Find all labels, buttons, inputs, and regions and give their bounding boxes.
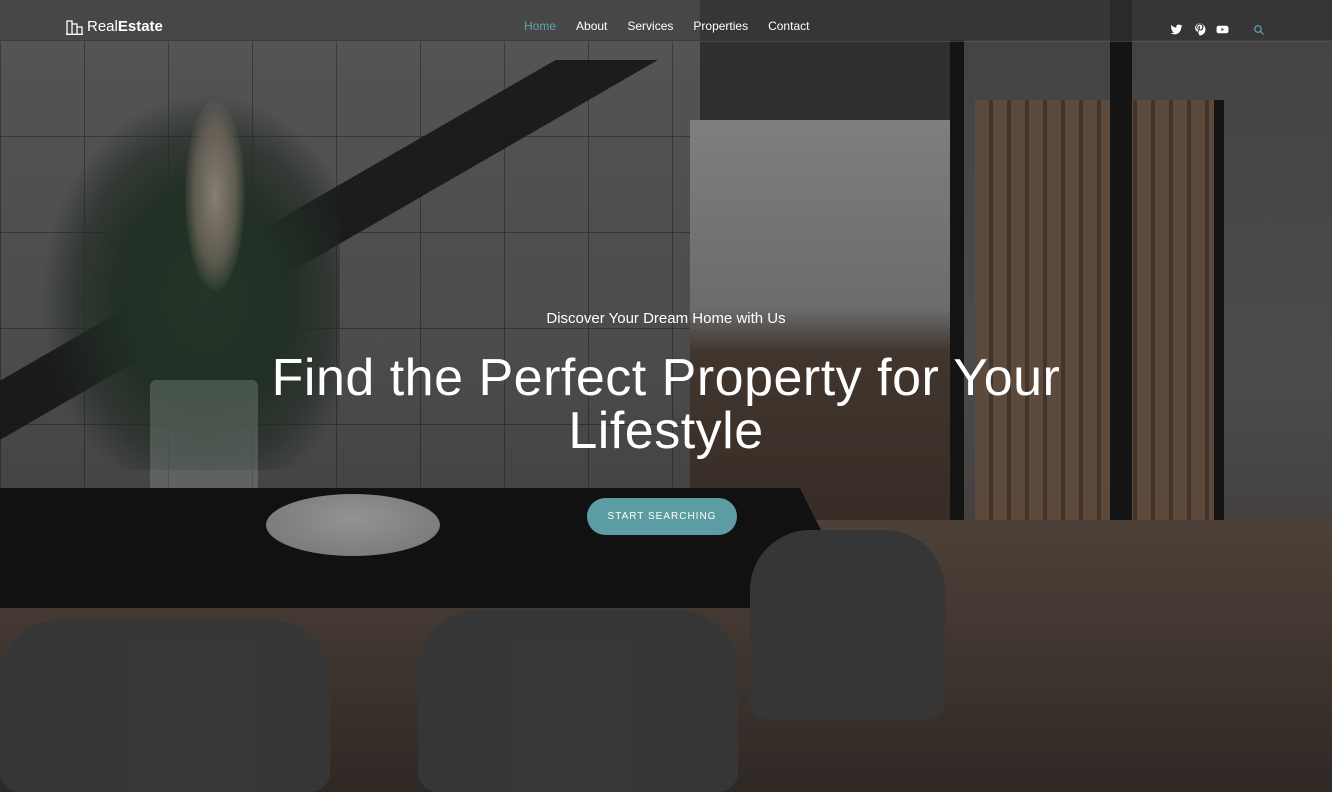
site-logo[interactable]: RealEstate bbox=[66, 18, 163, 35]
youtube-icon[interactable] bbox=[1216, 21, 1229, 34]
hero-title: Find the Perfect Property for Your Lifes… bbox=[271, 349, 1061, 460]
logo-text-light: Real bbox=[87, 18, 118, 35]
pinterest-icon[interactable] bbox=[1193, 21, 1206, 36]
nav-item-home[interactable]: Home bbox=[524, 19, 556, 33]
nav-item-contact[interactable]: Contact bbox=[768, 19, 809, 33]
building-logo-icon bbox=[66, 20, 83, 35]
logo-text-bold: Estate bbox=[117, 18, 163, 35]
main-nav: Home About Services Properties Contact bbox=[524, 19, 809, 33]
site-header: RealEstate Home About Services Propertie… bbox=[0, 0, 1332, 42]
social-links bbox=[1170, 21, 1266, 36]
search-icon[interactable] bbox=[1253, 21, 1266, 35]
nav-item-services[interactable]: Services bbox=[627, 19, 673, 33]
nav-item-properties[interactable]: Properties bbox=[693, 19, 748, 33]
twitter-icon[interactable] bbox=[1170, 21, 1183, 35]
hero-subtitle: Discover Your Dream Home with Us bbox=[546, 310, 786, 327]
start-searching-button[interactable]: START SEARCHING bbox=[587, 498, 737, 535]
nav-item-about[interactable]: About bbox=[576, 19, 607, 33]
